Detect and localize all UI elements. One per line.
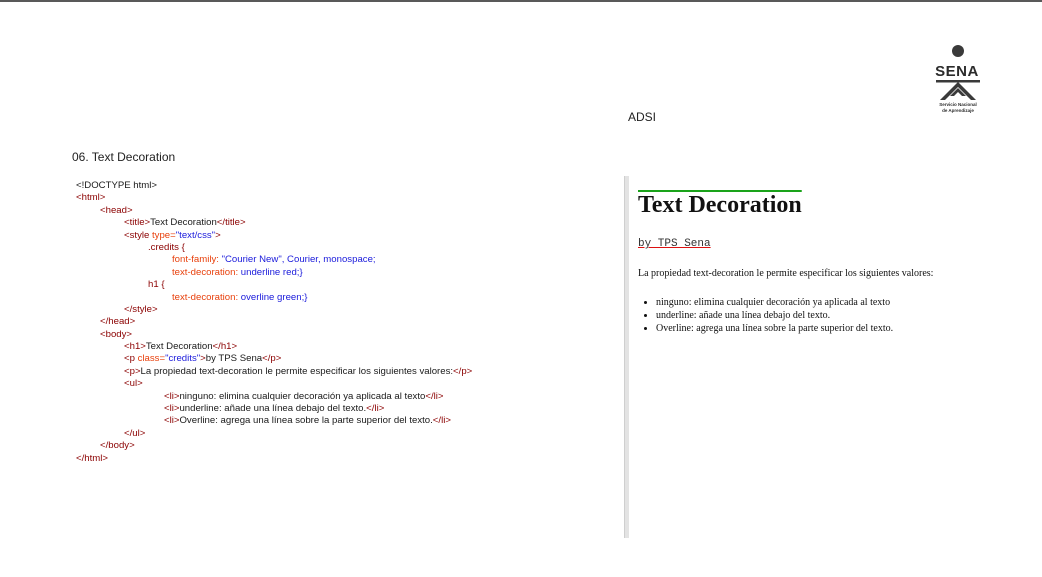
code-line: text-decoration: underline red;} — [172, 266, 303, 278]
code-line: <body> — [100, 328, 133, 340]
sena-logo: SENA Servicio Nacional de Aprendizaje — [928, 44, 992, 122]
code-line: </html> — [76, 452, 108, 464]
code-line: text-decoration: overline green;} — [172, 291, 308, 303]
preview-credits: by TPS Sena — [638, 238, 711, 250]
logo-subtitle: Servicio Nacional de Aprendizaje — [939, 102, 977, 113]
code-line: </ul> — [124, 427, 146, 439]
code-line: <style type="text/css"> — [124, 229, 221, 241]
code-line: h1 { — [148, 279, 165, 291]
code-listing: <!DOCTYPE html> <html> <head> <title>Tex… — [76, 180, 616, 465]
preview-list: ninguno: elimina cualquier decoración ya… — [640, 296, 893, 335]
code-line: <p>La propiedad text-decoration le permi… — [124, 365, 473, 377]
list-item: ninguno: elimina cualquier decoración ya… — [656, 296, 893, 309]
adsi-label: ADSI — [628, 110, 657, 124]
code-line: <h1>Text Decoration</h1> — [124, 341, 238, 353]
preview-paragraph: La propiedad text-decoration le permite … — [638, 268, 934, 279]
code-line: <li>Overline: agrega una línea sobre la … — [164, 415, 451, 427]
code-line: <li>underline: añade una línea debajo de… — [164, 403, 385, 415]
code-line: <p class="credits">by TPS Sena</p> — [124, 353, 282, 365]
preview-divider — [624, 176, 629, 538]
section-title: 06. Text Decoration — [72, 150, 176, 164]
code-line: <ul> — [124, 378, 143, 390]
code-line: <title>Text Decoration</title> — [124, 217, 246, 229]
code-line: </style> — [124, 303, 158, 315]
code-line: <html> — [76, 192, 106, 204]
top-divider — [0, 0, 1042, 2]
preview-heading: Text Decoration — [638, 192, 802, 218]
list-item: Overline: agrega una línea sobre la part… — [656, 322, 893, 335]
code-line: font-family: "Courier New", Courier, mon… — [172, 254, 376, 266]
code-line: <li>ninguno: elimina cualquier decoració… — [164, 390, 444, 402]
code-line: <!DOCTYPE html> — [76, 180, 158, 191]
code-line: .credits { — [148, 241, 185, 253]
logo-name: SENA — [935, 63, 979, 80]
code-line: </body> — [100, 440, 135, 452]
code-line: <head> — [100, 204, 133, 216]
code-line: </head> — [100, 316, 136, 328]
list-item: underline: añade una línea debajo del te… — [656, 309, 893, 322]
